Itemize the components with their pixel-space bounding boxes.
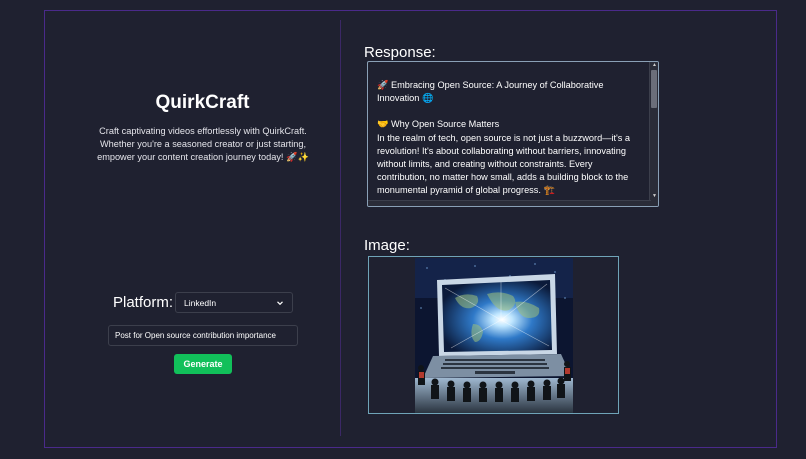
topic-input[interactable]: Post for Open source contribution import… — [108, 325, 298, 346]
chevron-down-icon — [277, 300, 283, 305]
response-text: 🚀 Embracing Open Source: A Journey of Co… — [377, 79, 645, 198]
left-panel: QuirkCraft Craft captivating videos effo… — [45, 11, 340, 447]
scroll-up-icon[interactable]: ▲ — [651, 62, 658, 69]
response-scrollbar[interactable]: ▲ ▼ — [649, 62, 658, 206]
scroll-thumb[interactable] — [651, 70, 657, 108]
app-description: Craft captivating videos effortlessly wi… — [97, 126, 309, 162]
response-body: In the realm of tech, open source is not… — [377, 132, 631, 196]
platform-select[interactable]: LinkedIn — [175, 292, 293, 313]
platform-selected-value: LinkedIn — [184, 297, 217, 308]
generate-button[interactable]: Generate — [174, 354, 232, 374]
app-title: QuirkCraft — [155, 92, 250, 113]
response-textarea[interactable]: 🚀 Embracing Open Source: A Journey of Co… — [367, 61, 659, 207]
generated-image — [415, 258, 573, 413]
response-heading: 🚀 Embracing Open Source: A Journey of Co… — [377, 80, 604, 104]
platform-label: Platform: — [113, 294, 174, 311]
panel-divider — [340, 20, 341, 436]
response-label: Response: — [364, 44, 436, 61]
scroll-down-icon[interactable]: ▼ — [651, 193, 658, 200]
image-frame — [368, 256, 619, 414]
image-label: Image: — [364, 237, 410, 254]
topic-input-value: Post for Open source contribution import… — [115, 331, 276, 340]
response-subheading: 🤝 Why Open Source Matters — [377, 119, 500, 130]
response-horizontal-scrollbar[interactable] — [368, 200, 651, 206]
